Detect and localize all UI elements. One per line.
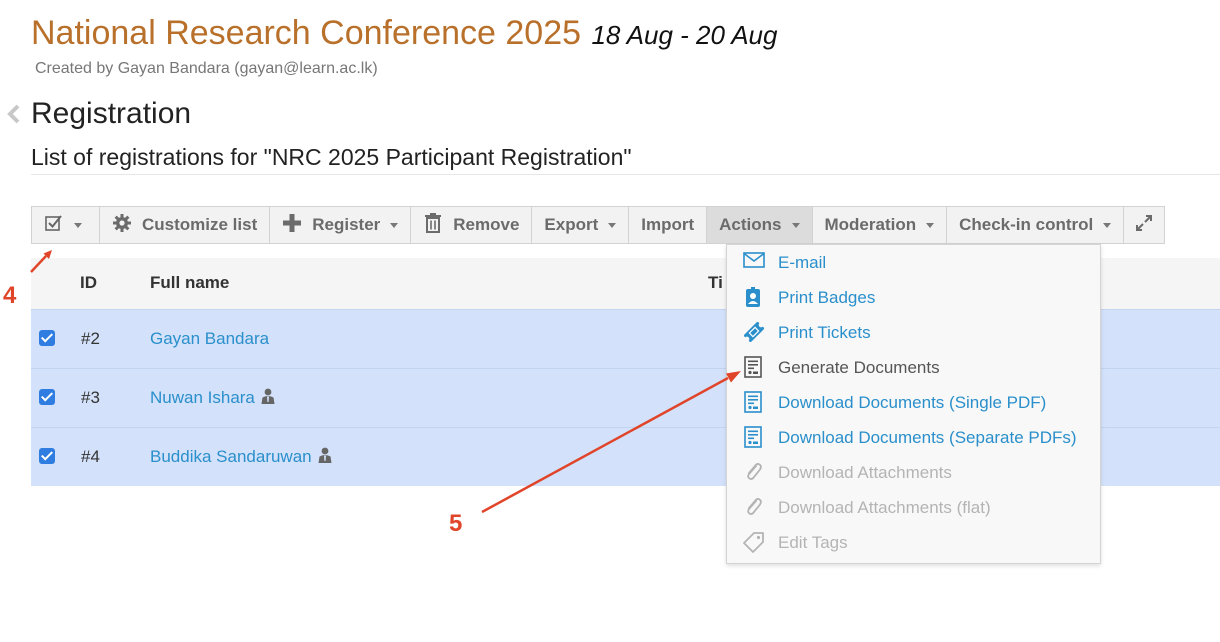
- actions-label: Actions: [719, 215, 782, 234]
- row-checkbox[interactable]: [39, 448, 55, 464]
- menu-item-generate-documents[interactable]: Generate Documents: [727, 350, 1100, 385]
- actions-button[interactable]: Actions: [706, 206, 813, 244]
- import-button[interactable]: Import: [628, 206, 708, 244]
- menu-item-email[interactable]: E-mail: [727, 245, 1100, 280]
- menu-item-label: Print Tickets: [778, 323, 871, 342]
- menu-item-download-documents-single[interactable]: Download Documents (Single PDF): [727, 385, 1100, 420]
- paperclip-icon: [743, 461, 763, 488]
- checkin-control-button[interactable]: Check-in control: [946, 206, 1125, 244]
- toolbar: Customize list Register Remove Export Im…: [31, 206, 1166, 244]
- menu-item-download-attachments[interactable]: Download Attachments: [727, 455, 1100, 490]
- checkbox-icon: [44, 213, 64, 238]
- actions-dropdown-menu: E-mail Print Badges Print Tickets Genera…: [726, 244, 1101, 564]
- menu-item-edit-tags[interactable]: Edit Tags: [727, 525, 1100, 560]
- row-checkbox[interactable]: [39, 389, 55, 405]
- creator-line: Created by Gayan Bandara (gayan@learn.ac…: [35, 60, 378, 77]
- menu-item-print-tickets[interactable]: Print Tickets: [727, 315, 1100, 350]
- tag-icon: [743, 531, 765, 558]
- chevron-down-icon: [791, 222, 800, 228]
- menu-item-download-attachments-flat[interactable]: Download Attachments (flat): [727, 490, 1100, 525]
- chevron-down-icon: [608, 222, 617, 228]
- register-label: Register: [312, 215, 381, 234]
- conference-dates: 18 Aug - 20 Aug: [591, 20, 778, 50]
- envelope-icon: [743, 251, 765, 274]
- menu-item-label: Download Documents (Single PDF): [778, 393, 1047, 412]
- row-name-link[interactable]: Gayan Bandara: [150, 329, 269, 349]
- export-button[interactable]: Export: [531, 206, 630, 244]
- person-icon: [261, 388, 275, 409]
- row-id: #2: [81, 329, 100, 348]
- moderation-button[interactable]: Moderation: [811, 206, 948, 244]
- chevron-down-icon: [926, 222, 935, 228]
- expand-icon: [1135, 214, 1153, 237]
- checkin-control-label: Check-in control: [959, 215, 1094, 234]
- customize-list-label: Customize list: [142, 215, 258, 234]
- remove-button[interactable]: Remove: [410, 206, 533, 244]
- row-name-cell: Nuwan Ishara: [150, 388, 275, 409]
- paperclip-icon: [743, 496, 763, 523]
- person-icon: [318, 447, 332, 468]
- chevron-down-icon: [1103, 222, 1112, 228]
- customize-list-button[interactable]: Customize list: [99, 206, 271, 244]
- column-title-header[interactable]: Ti: [708, 273, 723, 293]
- document-icon: [743, 426, 763, 453]
- menu-item-label: Print Badges: [778, 288, 876, 307]
- conference-name[interactable]: National Research Conference 2025: [31, 14, 581, 52]
- row-id: #3: [81, 388, 100, 407]
- conference-title-block: National Research Conference 2025 18 Aug…: [31, 14, 777, 53]
- divider: [31, 174, 1220, 175]
- plus-icon: [282, 213, 302, 238]
- row-id: #4: [81, 447, 100, 466]
- import-label: Import: [641, 215, 695, 234]
- menu-item-label: Generate Documents: [778, 358, 940, 377]
- column-fullname-header[interactable]: Full name: [150, 273, 229, 293]
- export-label: Export: [544, 215, 599, 234]
- remove-label: Remove: [453, 215, 520, 234]
- column-id-header[interactable]: ID: [80, 273, 97, 293]
- menu-item-print-badges[interactable]: Print Badges: [727, 280, 1100, 315]
- row-name-link[interactable]: Nuwan Ishara: [150, 388, 255, 407]
- menu-item-label: Download Attachments (flat): [778, 498, 991, 517]
- fullscreen-button[interactable]: [1123, 206, 1166, 244]
- page-title: Registration: [31, 97, 192, 130]
- badge-icon: [743, 286, 763, 313]
- back-chevron-icon[interactable]: [6, 103, 22, 130]
- menu-item-label: Download Attachments: [778, 463, 952, 482]
- step-4-label: 4: [3, 282, 17, 309]
- menu-item-download-documents-separate[interactable]: Download Documents (Separate PDFs): [727, 420, 1100, 455]
- menu-item-label: Download Documents (Separate PDFs): [778, 428, 1077, 447]
- row-checkbox[interactable]: [39, 330, 55, 346]
- chevron-down-icon: [74, 222, 82, 228]
- step-5-label: 5: [449, 510, 463, 537]
- register-button[interactable]: Register: [269, 206, 412, 244]
- menu-item-label: E-mail: [778, 253, 827, 272]
- menu-item-label: Edit Tags: [778, 533, 848, 552]
- select-all-button[interactable]: [31, 206, 100, 244]
- page-subtitle: List of registrations for "NRC 2025 Part…: [31, 144, 632, 170]
- row-name-cell: Buddika Sandaruwan: [150, 447, 332, 468]
- moderation-label: Moderation: [824, 215, 917, 234]
- gear-icon: [112, 213, 132, 238]
- row-name-link[interactable]: Buddika Sandaruwan: [150, 447, 312, 466]
- ticket-icon: [743, 321, 765, 348]
- document-icon: [743, 391, 763, 418]
- document-icon: [743, 356, 763, 383]
- trash-icon: [423, 212, 443, 239]
- chevron-down-icon: [390, 222, 399, 228]
